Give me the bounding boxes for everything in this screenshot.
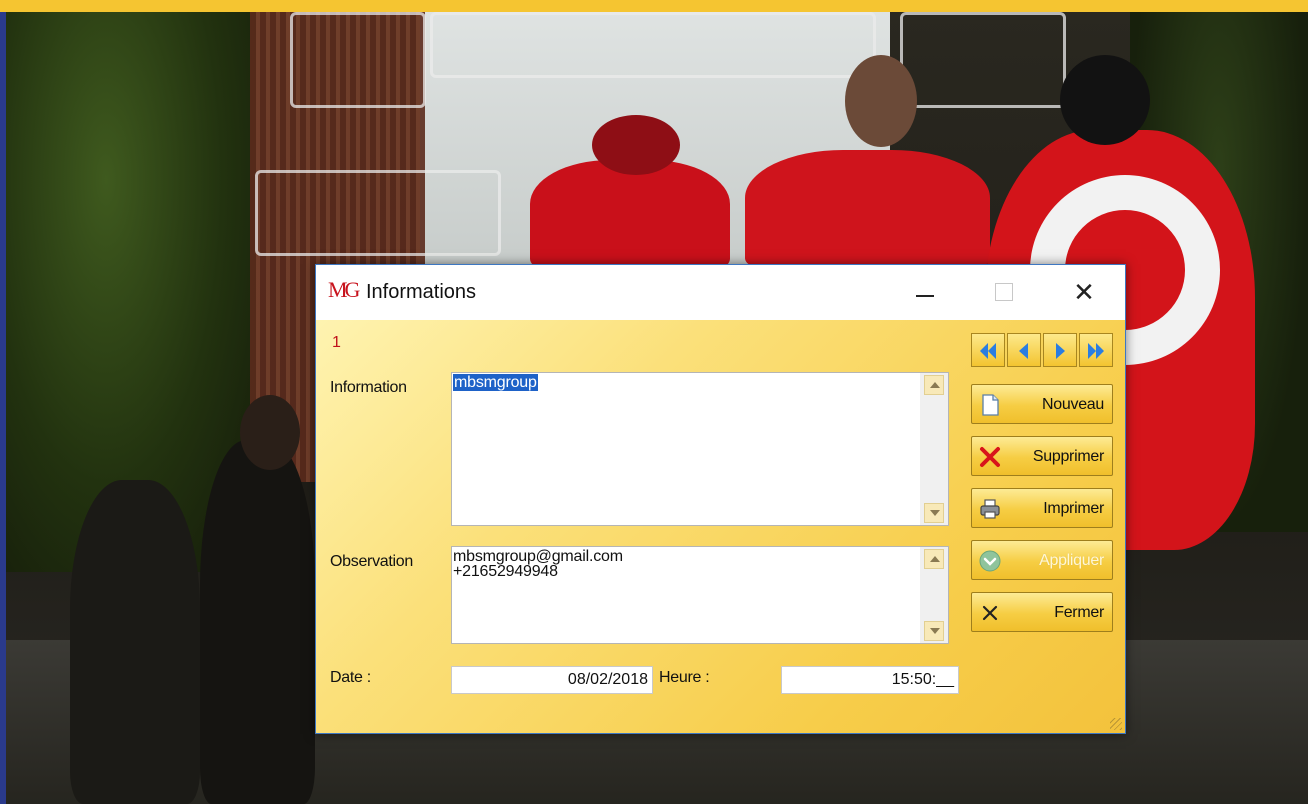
record-navigation: [971, 333, 1113, 367]
supprimer-label: Supprimer: [1032, 448, 1104, 465]
printer-icon: [980, 499, 1000, 519]
maximize-button[interactable]: [976, 265, 1032, 320]
first-record-icon: [980, 343, 996, 359]
app-logo-icon: MG: [328, 277, 360, 302]
close-icon: ✕: [1073, 277, 1095, 307]
taskbar-strip: [0, 0, 1308, 12]
date-label: Date :: [330, 669, 371, 686]
information-label: Information: [330, 379, 407, 396]
apply-icon: [979, 550, 1001, 572]
title-bar[interactable]: MG Informations ✕: [316, 265, 1125, 320]
arrow-down-icon: [930, 510, 940, 516]
minimize-icon: [916, 295, 934, 297]
maximize-icon: [995, 283, 1013, 301]
information-selected-text: mbsmgroup: [453, 374, 538, 391]
date-field[interactable]: 08/02/2018: [451, 666, 653, 694]
observation-line-email: mbsmgroup@gmail.com: [453, 548, 623, 565]
close-button[interactable]: ✕: [1056, 265, 1112, 320]
background-person-head: [240, 395, 300, 470]
imprimer-label: Imprimer: [1043, 500, 1104, 517]
scroll-down-button[interactable]: [924, 621, 944, 641]
delete-icon: [980, 447, 1000, 467]
time-field[interactable]: 15:50:__: [781, 666, 959, 694]
last-record-icon: [1088, 343, 1104, 359]
informations-dialog: MG Informations ✕ 1 Information mbsmgrou…: [315, 264, 1126, 734]
background-lights: [430, 12, 876, 78]
fermer-label: Fermer: [1054, 604, 1104, 621]
background-person-head: [845, 55, 917, 147]
background-person: [530, 160, 730, 270]
previous-record-button[interactable]: [1007, 333, 1041, 367]
record-number: 1: [332, 334, 341, 351]
background-person-head: [592, 115, 680, 175]
background-person: [745, 150, 990, 270]
time-label: Heure :: [659, 669, 710, 686]
background-lights: [900, 12, 1066, 108]
observation-text: mbsmgroup@gmail.com +21652949948: [453, 548, 623, 580]
nouveau-label: Nouveau: [1042, 396, 1104, 413]
screen-left-edge: [0, 12, 6, 804]
information-scrollbar[interactable]: [920, 373, 948, 525]
fermer-button[interactable]: Fermer: [971, 592, 1113, 632]
observation-label: Observation: [330, 553, 413, 570]
next-record-button[interactable]: [1043, 333, 1077, 367]
arrow-up-icon: [930, 382, 940, 388]
resize-grip[interactable]: [1110, 718, 1122, 730]
new-document-icon: [982, 394, 999, 416]
previous-record-icon: [1019, 343, 1028, 359]
nouveau-button[interactable]: Nouveau: [971, 384, 1113, 424]
background-person-head: [1060, 55, 1150, 145]
first-record-button[interactable]: [971, 333, 1005, 367]
scroll-up-button[interactable]: [924, 549, 944, 569]
last-record-button[interactable]: [1079, 333, 1113, 367]
information-text: mbsmgroup: [453, 374, 538, 391]
appliquer-button[interactable]: Appliquer: [971, 540, 1113, 580]
next-record-icon: [1056, 343, 1065, 359]
window-title: Informations: [366, 281, 477, 303]
background-person: [200, 440, 315, 804]
background-person: [70, 480, 200, 804]
supprimer-button[interactable]: Supprimer: [971, 436, 1113, 476]
observation-textarea[interactable]: mbsmgroup@gmail.com +21652949948: [451, 546, 949, 644]
scroll-up-button[interactable]: [924, 375, 944, 395]
arrow-down-icon: [930, 628, 940, 634]
arrow-up-icon: [930, 556, 940, 562]
information-textarea[interactable]: mbsmgroup: [451, 372, 949, 526]
observation-line-phone: +21652949948: [453, 563, 558, 580]
appliquer-label: Appliquer: [1039, 552, 1104, 569]
scroll-down-button[interactable]: [924, 503, 944, 523]
background-lights: [290, 12, 426, 108]
imprimer-button[interactable]: Imprimer: [971, 488, 1113, 528]
background-lights: [255, 170, 501, 256]
minimize-button[interactable]: [896, 265, 952, 320]
observation-scrollbar[interactable]: [920, 547, 948, 643]
close-form-icon: [982, 605, 998, 621]
